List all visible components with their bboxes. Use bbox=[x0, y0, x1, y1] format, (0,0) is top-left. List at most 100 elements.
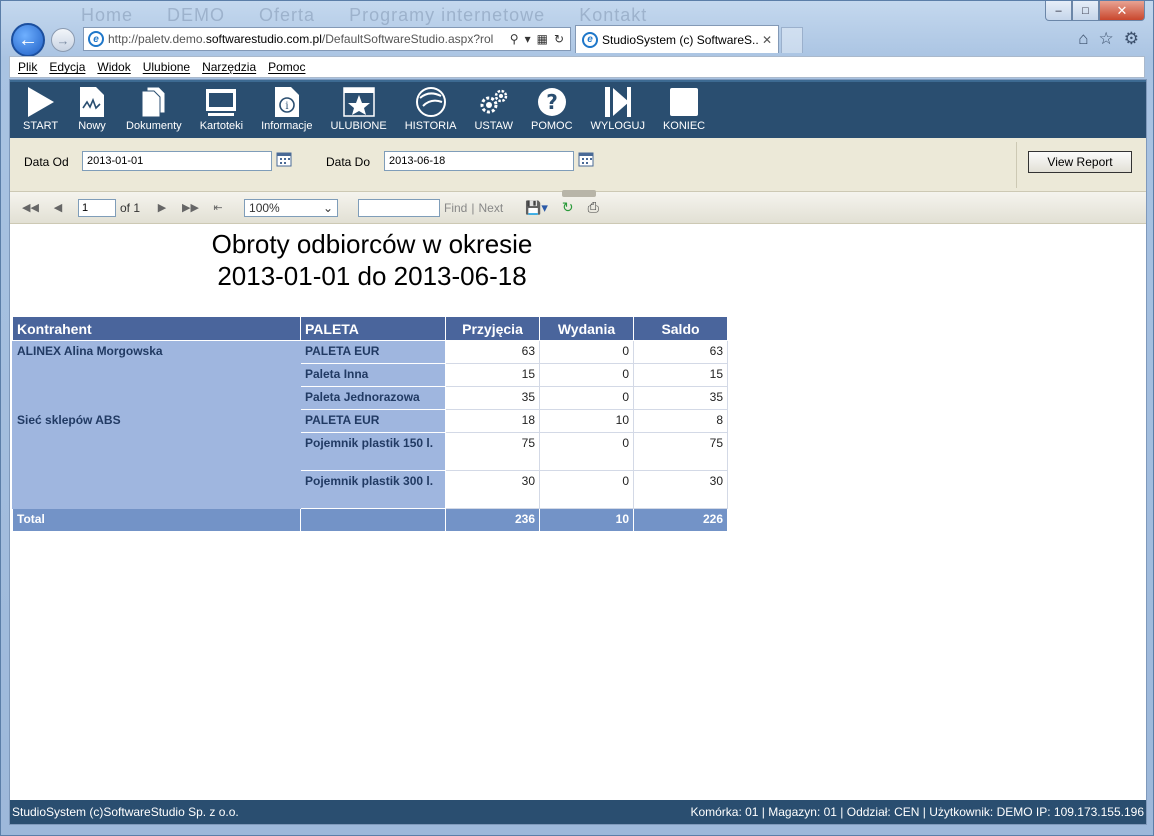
first-page-icon[interactable]: ◀◀ bbox=[22, 201, 39, 214]
toolbar-pomoc-button[interactable]: ? POMOC bbox=[531, 82, 573, 132]
find-separator: | bbox=[471, 200, 475, 215]
przyjecia-cell: 35 bbox=[445, 386, 540, 410]
search-icon[interactable]: ⚲ bbox=[510, 32, 519, 46]
view-report-button[interactable]: View Report bbox=[1028, 151, 1132, 173]
next-page-icon[interactable]: ▶ bbox=[154, 201, 170, 214]
address-bar[interactable]: e http://paletv.demo.softwarestudio.com.… bbox=[83, 27, 571, 51]
column-header-kontrahent: Kontrahent bbox=[12, 316, 301, 341]
page-number-input[interactable] bbox=[78, 198, 116, 217]
app-toolbar: START Nowy Dokumenty Kartoteki i Informa… bbox=[10, 80, 1146, 138]
url-suffix: /DefaultSoftwareStudio.aspx?rol bbox=[321, 32, 494, 46]
kontrahent-cell: Sieć sklepów ABS bbox=[12, 409, 301, 509]
browser-menubar: Plik Edycja Widok Ulubione Narzędzia Pom… bbox=[9, 56, 1145, 78]
last-page-icon[interactable]: ▶▶ bbox=[182, 201, 199, 214]
back-to-parent-icon[interactable]: ⇤ bbox=[210, 201, 226, 214]
view-report-area: View Report bbox=[1016, 142, 1146, 188]
saldo-cell: 75 bbox=[633, 432, 728, 471]
address-url[interactable]: http://paletv.demo.softwarestudio.com.pl… bbox=[108, 32, 504, 46]
browser-window: Home DEMO Oferta Programy internetowe Ko… bbox=[0, 0, 1154, 836]
column-header-saldo: Saldo bbox=[633, 316, 728, 341]
toolbar-dokumenty-button[interactable]: Dokumenty bbox=[126, 82, 182, 132]
paleta-cell: PALETA EUR bbox=[300, 340, 446, 364]
zoom-select[interactable]: 100% ⌄ bbox=[244, 198, 339, 217]
svg-text:?: ? bbox=[546, 90, 558, 114]
column-header-przyjecia: Przyjęcia bbox=[445, 316, 540, 341]
ghost-menu-item: DEMO bbox=[167, 5, 226, 25]
maximize-button[interactable]: □ bbox=[1072, 1, 1099, 21]
collapse-params-handle[interactable] bbox=[562, 190, 596, 197]
kontrahent-cell: ALINEX Alina Morgowska bbox=[12, 340, 301, 410]
app-statusbar: StudioSystem (c)SoftwareStudio Sp. z o.o… bbox=[10, 800, 1146, 824]
przyjecia-cell: 63 bbox=[445, 340, 540, 364]
toolbar-label: Kartoteki bbox=[199, 120, 244, 132]
toolbar-kartoteki-button[interactable]: Kartoteki bbox=[200, 82, 243, 132]
dropdown-arrow-icon[interactable]: ▾ bbox=[525, 32, 531, 46]
przyjecia-cell: 15 bbox=[445, 363, 540, 387]
forward-button[interactable]: → bbox=[51, 28, 75, 52]
toolbar-ulubione-button[interactable]: ULUBIONE bbox=[330, 82, 387, 132]
browser-tab-active[interactable]: e StudioSystem (c) SoftwareS... ✕ bbox=[575, 25, 779, 53]
print-icon[interactable]: ⎙ bbox=[588, 199, 599, 216]
browser-right-tools: ⌂ ☆ ⚙ bbox=[1078, 29, 1139, 49]
toolbar-wyloguj-button[interactable]: WYLOGUJ bbox=[591, 82, 645, 132]
chevron-down-icon: ⌄ bbox=[322, 200, 334, 215]
total-wydania: 10 bbox=[539, 508, 634, 532]
menu-widok[interactable]: Widok bbox=[97, 60, 130, 74]
settings-gear-icon[interactable]: ⚙ bbox=[1124, 29, 1139, 49]
back-button[interactable]: ← bbox=[11, 23, 45, 57]
find-link[interactable]: Find bbox=[444, 201, 467, 215]
paleta-cell: Paleta Inna bbox=[300, 363, 446, 387]
toolbar-ustaw-button[interactable]: USTAW bbox=[474, 82, 513, 132]
statusbar-session-info: Komórka: 01 | Magazyn: 01 | Oddział: CEN… bbox=[690, 805, 1144, 819]
tab-close-icon[interactable]: ✕ bbox=[762, 33, 772, 47]
date-to-input[interactable] bbox=[384, 151, 574, 171]
toolbar-label: Dokumenty bbox=[126, 120, 182, 132]
table-header-row: Kontrahent PALETA Przyjęcia Wydania Sald… bbox=[12, 316, 728, 341]
toolbar-start-button[interactable]: START bbox=[23, 82, 58, 132]
toolbar-informacje-button[interactable]: i Informacje bbox=[261, 82, 312, 132]
wydania-cell: 0 bbox=[539, 470, 634, 509]
toolbar-koniec-button[interactable]: KONIEC bbox=[663, 82, 705, 132]
total-empty-cell bbox=[300, 508, 446, 532]
toolbar-historia-button[interactable]: HISTORIA bbox=[404, 82, 457, 132]
refresh-report-icon[interactable]: ↻ bbox=[562, 199, 574, 216]
new-tab-button[interactable] bbox=[781, 27, 803, 53]
find-next-link[interactable]: Next bbox=[478, 201, 503, 215]
menu-ulubione[interactable]: Ulubione bbox=[143, 60, 190, 74]
toolbar-label: POMOC bbox=[530, 120, 573, 132]
close-window-button[interactable]: ✕ bbox=[1099, 1, 1145, 21]
export-save-icon[interactable]: 💾▾ bbox=[525, 200, 548, 216]
saldo-cell: 8 bbox=[633, 409, 728, 433]
menu-plik[interactable]: Plik bbox=[18, 60, 37, 74]
przyjecia-cell: 30 bbox=[445, 470, 540, 509]
paleta-cell: Pojemnik plastik 300 l. bbox=[300, 470, 446, 509]
favorites-star-icon[interactable]: ☆ bbox=[1099, 29, 1114, 49]
calendar-icon[interactable] bbox=[276, 151, 292, 167]
previous-page-icon[interactable]: ◀ bbox=[50, 201, 66, 214]
stop-square-icon bbox=[668, 86, 700, 118]
paleta-cell: PALETA EUR bbox=[300, 409, 446, 433]
menu-pomoc[interactable]: Pomoc bbox=[268, 60, 305, 74]
statusbar-company: StudioSystem (c)SoftwareStudio Sp. z o.o… bbox=[12, 805, 239, 819]
url-domain: softwarestudio.com.pl bbox=[205, 32, 322, 46]
toolbar-label: HISTORIA bbox=[404, 120, 457, 132]
calendar-icon[interactable] bbox=[578, 151, 594, 167]
wydania-cell: 0 bbox=[539, 340, 634, 364]
gears-icon bbox=[478, 86, 510, 118]
report-table: Kontrahent PALETA Przyjęcia Wydania Sald… bbox=[12, 316, 728, 532]
wydania-cell: 0 bbox=[539, 432, 634, 471]
toolbar-nowy-button[interactable]: Nowy bbox=[76, 82, 108, 132]
compat-view-icon[interactable]: ▦ bbox=[537, 32, 548, 46]
refresh-icon[interactable]: ↻ bbox=[554, 32, 564, 46]
date-from-input[interactable] bbox=[82, 151, 272, 171]
documents-icon bbox=[138, 86, 170, 118]
find-text-input[interactable] bbox=[358, 198, 441, 217]
home-icon[interactable]: ⌂ bbox=[1078, 29, 1088, 49]
wydania-cell: 10 bbox=[539, 409, 634, 433]
toolbar-label: ULUBIONE bbox=[330, 120, 387, 132]
monitor-icon bbox=[205, 86, 237, 118]
minimize-button[interactable]: – bbox=[1045, 1, 1072, 21]
menu-edycja[interactable]: Edycja bbox=[49, 60, 85, 74]
menu-narzedzia[interactable]: Narzędzia bbox=[202, 60, 256, 74]
table-row: Sieć sklepów ABS PALETA EUR 18 10 8 bbox=[12, 409, 728, 509]
